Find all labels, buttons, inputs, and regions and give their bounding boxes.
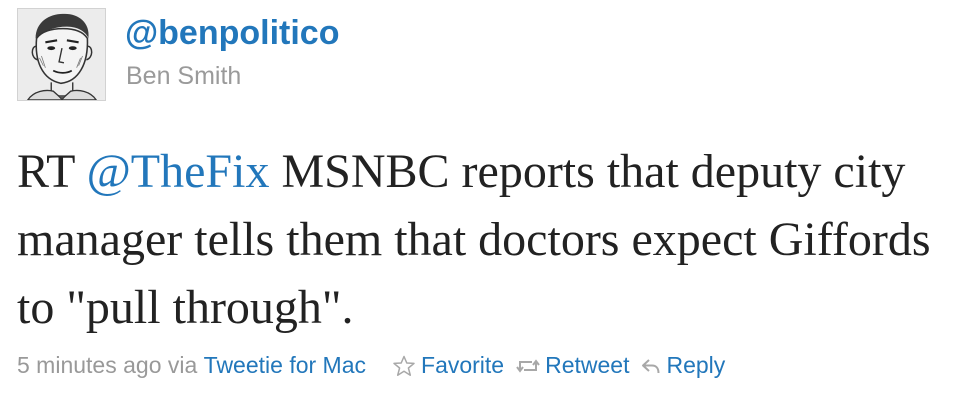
avatar[interactable]: [17, 8, 106, 101]
tweet-meta: 5 minutes ago via Tweetie for Mac Favori…: [17, 352, 725, 379]
timestamp-link[interactable]: 5 minutes ago: [17, 352, 161, 379]
star-outline-icon: [392, 355, 416, 377]
reply-button[interactable]: Reply: [641, 352, 725, 379]
favorite-label: Favorite: [421, 352, 505, 378]
screen-name-link[interactable]: @benpolitico: [125, 14, 339, 53]
retweet-button[interactable]: Retweet: [516, 352, 629, 379]
tweet-card: @benpolitico Ben Smith RT @TheFix MSNBC …: [0, 0, 980, 403]
tweet-text-prefix: RT: [17, 145, 87, 198]
portrait-sketch-icon: [18, 9, 105, 100]
reply-arrow-icon: [641, 357, 661, 375]
reply-label: Reply: [666, 352, 726, 378]
client-link[interactable]: Tweetie for Mac: [204, 352, 366, 379]
tweet-text: RT @TheFix MSNBC reports that deputy cit…: [17, 138, 977, 342]
favorite-button[interactable]: Favorite: [392, 352, 504, 379]
retweet-arrows-icon: [516, 357, 540, 375]
mention-link[interactable]: @TheFix: [87, 145, 270, 198]
via-label: via: [167, 352, 198, 378]
retweet-label: Retweet: [545, 352, 630, 378]
full-name: Ben Smith: [126, 62, 242, 90]
